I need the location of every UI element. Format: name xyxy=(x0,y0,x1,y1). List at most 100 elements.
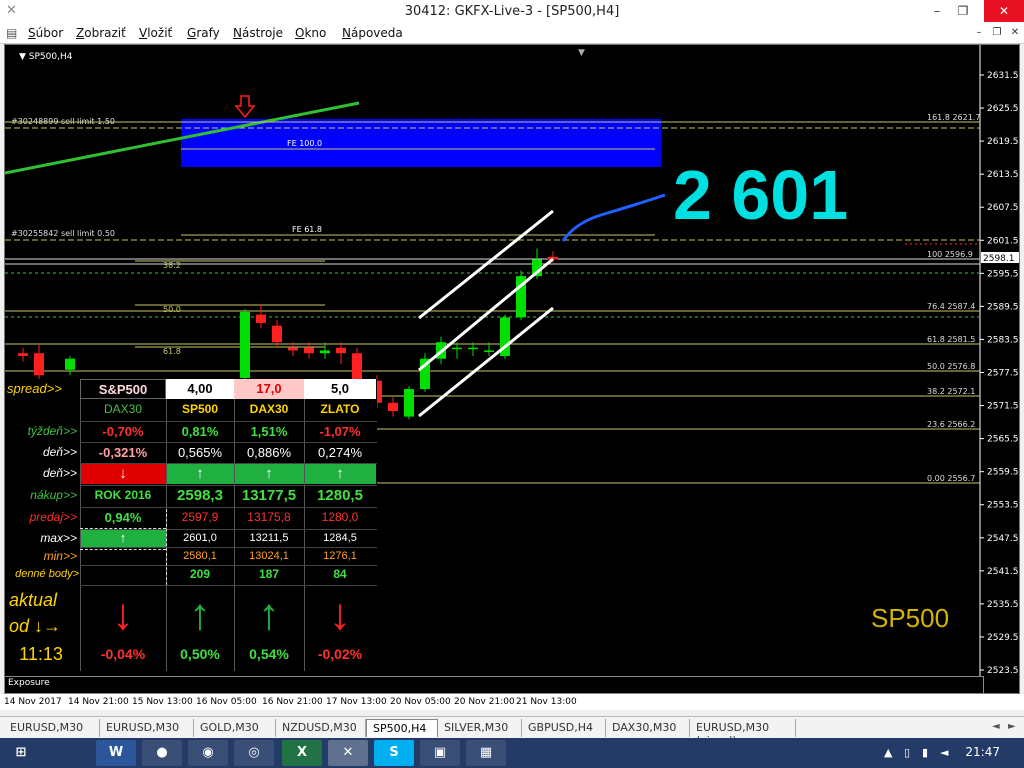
row-label: deň>> xyxy=(42,466,77,480)
document-icon: ▤ xyxy=(6,26,18,40)
up-arrow-icon: ↑ xyxy=(234,463,304,484)
price-tick-label: 2535.5 xyxy=(987,600,1019,610)
current-price-label: 2598.1 xyxy=(983,254,1015,264)
aktual-od-label: od ↓→ xyxy=(9,616,62,636)
candle-body xyxy=(468,347,478,350)
candle-body xyxy=(18,353,28,356)
fib-level-label: 76.4 2587.4 xyxy=(927,302,975,311)
spread-label: spread>> xyxy=(7,381,62,396)
fib-level-label: 0.00 2556.7 xyxy=(927,474,975,483)
table-divider xyxy=(80,442,377,443)
row-label: max>> xyxy=(40,531,77,545)
table-value-cell: 1,51% xyxy=(250,424,288,439)
menu-tools[interactable]: Nástroje xyxy=(233,26,283,40)
left-fib-label: 50.0 xyxy=(163,305,181,314)
table-divider xyxy=(80,507,377,508)
price-tick-label: 2577.5 xyxy=(987,369,1019,379)
chart-tab[interactable]: SP500,H4 xyxy=(366,719,438,737)
price-tick-label: 2595.5 xyxy=(987,269,1019,279)
menu-window[interactable]: Okno xyxy=(295,26,326,40)
chart-tab[interactable]: NZDUSD,M30 xyxy=(276,719,366,737)
table-divider xyxy=(304,399,305,671)
taskbar-mt4-icon[interactable]: ✕ xyxy=(328,740,368,766)
fib-level-label: 50.0 2576.8 xyxy=(927,362,975,371)
exposure-label: Exposure xyxy=(8,678,50,688)
tray-volume-icon[interactable]: ◄ xyxy=(940,746,948,759)
taskbar-folder-icon[interactable]: ▣ xyxy=(420,740,460,766)
chart-window[interactable]: 2631.5 2625.5 2619.5 2613.5 2607.5 2601.5 2595… xyxy=(4,44,1020,694)
child-close-button[interactable]: ✕ xyxy=(1000,24,1024,42)
taskbar-app-icon-2[interactable]: ◉ xyxy=(188,740,228,766)
table-value-cell: 209 xyxy=(189,567,211,581)
tab-scroll-right-icon[interactable]: ► xyxy=(1008,721,1016,732)
table-value-cell: 2598,3 xyxy=(177,487,223,504)
candle-body xyxy=(65,358,75,370)
menu-file[interactable]: Súbor xyxy=(28,26,63,40)
taskbar-chrome-icon[interactable]: ◎ xyxy=(234,740,274,766)
table-divider xyxy=(80,485,377,486)
change-value: -0,04% xyxy=(100,646,146,662)
candle-body xyxy=(240,311,250,379)
up-arrow-icon: ↑ xyxy=(166,463,234,484)
left-fib-label: 61.8 xyxy=(163,347,181,356)
taskbar-clock[interactable]: 21:47 xyxy=(965,745,1000,759)
table-divider xyxy=(80,585,377,586)
chart-tab[interactable]: DAX30,M30 xyxy=(606,719,690,737)
chart-tab[interactable]: GBPUSD,H4 xyxy=(522,719,606,737)
tray-battery-icon[interactable]: ▮ xyxy=(922,746,928,759)
taskbar-excel-icon[interactable]: X xyxy=(282,740,322,766)
price-tick-label: 2523.5 xyxy=(987,666,1019,676)
time-label: 16 Nov 21:00 xyxy=(262,697,323,707)
channel-line xyxy=(418,257,554,372)
table-value-cell: -0,321% xyxy=(98,445,148,460)
start-button[interactable]: ⊞ xyxy=(0,740,42,766)
chart-tabs: EURUSD,M30 EURUSD,M30 GOLD,M30 NZDUSD,M30 SP… xyxy=(0,716,1024,747)
menu-charts[interactable]: Grafy xyxy=(187,26,220,40)
candle-body xyxy=(304,347,314,354)
menu-view[interactable]: Zobraziť xyxy=(76,26,126,40)
big-down-arrow-icon: ↓ xyxy=(112,590,134,639)
close-button[interactable]: ✕ xyxy=(984,0,1024,22)
taskbar-word-icon[interactable]: W xyxy=(96,740,136,766)
row-label: min>> xyxy=(43,549,77,563)
change-value: 0,50% xyxy=(180,646,220,662)
chart-tab[interactable]: EURUSD,M30 xyxy=(4,719,100,737)
table-value-cell: ROK 2016 xyxy=(94,488,152,502)
taskbar-app-icon-3[interactable]: ▦ xyxy=(466,740,506,766)
table-value-cell: 0,94% xyxy=(104,510,142,525)
table-value-cell: 0,81% xyxy=(181,424,219,439)
table-divider xyxy=(234,399,235,671)
table-divider xyxy=(166,509,167,585)
taskbar: ⊞ W ● ◉ ◎ X ✕ S ▣ ▦ ▲ ▯ ▮ ◄ 21:47 xyxy=(0,738,1024,768)
menu-help[interactable]: Nápoveda xyxy=(342,26,403,40)
max-up-arrow-icon: ↑ xyxy=(80,529,166,547)
scroll-marker: ▼ xyxy=(578,48,585,58)
big-up-arrow-icon: ↑ xyxy=(258,590,280,639)
time-label: 20 Nov 05:00 xyxy=(390,697,451,707)
price-tick-label: 2559.5 xyxy=(987,468,1019,478)
table-header-cell: S&P500 xyxy=(80,379,166,399)
table-divider xyxy=(80,463,377,464)
table-header-cell: 4,00 xyxy=(166,379,234,399)
chart-tab[interactable]: EURUSD,M30 (visual) xyxy=(690,719,796,747)
table-symbol-cell: ZLATO xyxy=(320,402,360,416)
candle-body xyxy=(336,347,346,354)
chart-symbol-label: ▼ SP500,H4 xyxy=(19,52,73,62)
table-value-cell: 187 xyxy=(258,567,280,581)
taskbar-skype-icon[interactable]: S xyxy=(374,740,414,766)
tray-arrow-icon[interactable]: ▲ xyxy=(884,746,892,759)
menu-insert[interactable]: Vložiť xyxy=(139,26,172,40)
chart-tab[interactable]: GOLD,M30 xyxy=(194,719,276,737)
fe-zone xyxy=(181,119,661,167)
maximize-button[interactable]: ❐ xyxy=(948,0,978,22)
taskbar-app-icon[interactable]: ● xyxy=(142,740,182,766)
tray-network-icon[interactable]: ▯ xyxy=(904,746,910,759)
chart-tab[interactable]: SILVER,M30 xyxy=(438,719,522,737)
up-arrow-icon: ↑ xyxy=(304,463,376,484)
chart-tab[interactable]: EURUSD,M30 xyxy=(100,719,194,737)
table-header-cell: 5,0 xyxy=(304,379,376,399)
price-tick-label: 2613.5 xyxy=(987,170,1019,180)
tab-scroll-left-icon[interactable]: ◄ xyxy=(992,721,1000,732)
price-tick-label: 2625.5 xyxy=(987,104,1019,114)
candle-body xyxy=(404,389,414,417)
